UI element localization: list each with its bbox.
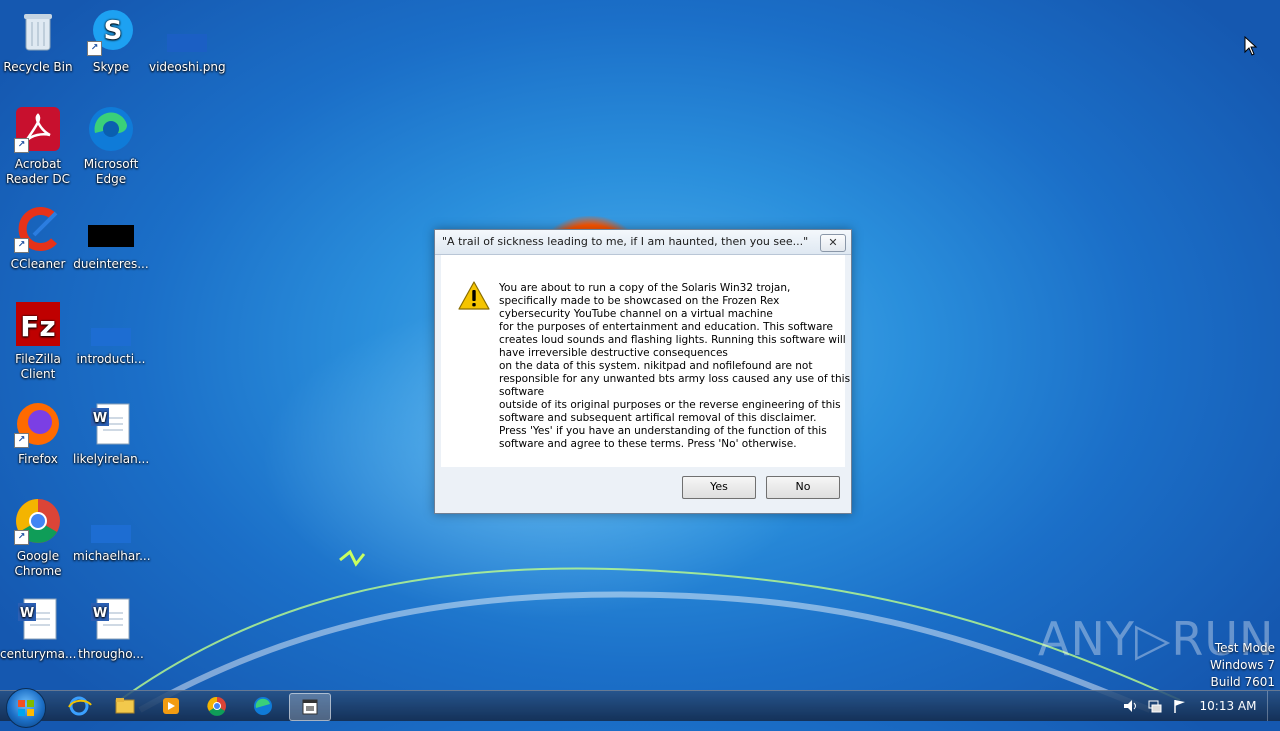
desktop-icon-firefox[interactable]: ↗ Firefox — [0, 400, 76, 467]
yes-button[interactable]: Yes — [682, 476, 756, 499]
shortcut-arrow-icon: ↗ — [14, 138, 29, 153]
message-line: specifically made to be showcased on the… — [499, 295, 780, 307]
word-document-icon: W — [91, 403, 130, 445]
dialog-title: "A trail of sickness leading to me, if I… — [442, 235, 812, 248]
message-line: outside of its original purposes or the … — [499, 399, 841, 411]
desktop-icon-label: Google Chrome — [14, 549, 62, 578]
dialog-message: You are about to run a copy of the Solar… — [499, 282, 851, 451]
desktop-icon-label: michaelhar... — [73, 549, 151, 563]
dialog-titlebar[interactable]: "A trail of sickness leading to me, if I… — [435, 230, 851, 255]
dialog-content: You are about to run a copy of the Solar… — [441, 255, 851, 467]
taskbar-internet-explorer[interactable] — [59, 693, 99, 719]
message-line: You are about to run a copy of the Solar… — [499, 282, 791, 294]
taskbar-chrome[interactable] — [197, 693, 237, 719]
desktop-icon-label: videoshi.png — [149, 60, 226, 74]
test-mode-line: Test Mode — [1214, 641, 1275, 655]
start-button[interactable] — [6, 688, 46, 728]
taskbar-clock[interactable]: 10:13 AM — [1196, 699, 1260, 713]
desktop-icon-michaelhar[interactable]: michaelhar... — [73, 497, 151, 564]
desktop-icon-filezilla[interactable]: Fz FileZilla Client — [0, 300, 76, 382]
svg-text:W: W — [20, 606, 34, 621]
shortcut-arrow-icon: ↗ — [14, 530, 29, 545]
file-explorer-icon — [115, 698, 135, 714]
chrome-icon — [207, 696, 226, 716]
message-line: creates loud sounds and flashing lights.… — [499, 334, 846, 346]
desktop-icon-label: introducti... — [76, 352, 146, 366]
file-icon — [88, 225, 134, 247]
svg-text:W: W — [93, 606, 107, 621]
desktop-icon-dueinteres[interactable]: dueinteres... — [73, 205, 149, 272]
desktop-icon-edge[interactable]: Microsoft Edge — [73, 105, 149, 187]
file-icon — [91, 525, 131, 543]
message-line: Press 'Yes' if you have an understanding… — [499, 425, 827, 437]
taskbar-edge[interactable] — [243, 693, 283, 719]
desktop-icon-acrobat[interactable]: ↗ Acrobat Reader DC — [0, 105, 76, 187]
desktop-icon-label: likelyirelan... — [73, 452, 150, 466]
shortcut-arrow-icon: ↗ — [14, 238, 29, 253]
edge-icon — [254, 697, 272, 715]
taskbar: 10:13 AM — [0, 688, 1280, 728]
volume-icon[interactable] — [1122, 698, 1138, 714]
message-line: software — [499, 386, 545, 398]
show-desktop-button[interactable] — [1267, 691, 1280, 721]
image-file-icon — [167, 34, 207, 52]
desktop-icon-label: througho... — [78, 647, 144, 661]
internet-explorer-icon — [68, 696, 92, 716]
shortcut-arrow-icon: ↗ — [14, 433, 29, 448]
edge-icon — [89, 107, 133, 151]
desktop-icon-label: centuryma... — [0, 647, 77, 661]
warning-icon — [458, 281, 490, 310]
action-center-flag-icon[interactable] — [1172, 698, 1188, 714]
desktop-icon-centuryma[interactable]: W centuryma... — [0, 595, 76, 662]
message-line: responsible for any unwanted bts army lo… — [499, 373, 851, 385]
message-line: for the purposes of entertainment and ed… — [499, 321, 833, 333]
network-icon[interactable] — [1147, 698, 1163, 714]
svg-text:W: W — [93, 411, 107, 426]
word-document-icon: W — [91, 598, 130, 640]
desktop-icon-introducti[interactable]: introducti... — [73, 300, 149, 367]
message-line: software and subsequent artifical remova… — [499, 412, 817, 424]
desktop-icon-label: FileZilla Client — [15, 352, 61, 381]
desktop-icon-chrome[interactable]: ↗ Google Chrome — [0, 497, 76, 579]
desktop-icon-label: CCleaner — [10, 257, 66, 271]
desktop-icon-likelyirelan[interactable]: W likelyirelan... — [73, 400, 149, 467]
desktop-icon-ccleaner[interactable]: ↗ CCleaner — [0, 205, 76, 272]
windows-logo-icon — [18, 700, 34, 716]
taskbar-media-player[interactable] — [151, 693, 191, 719]
svg-text:Fz: Fz — [20, 310, 55, 343]
warning-dialog: "A trail of sickness leading to me, if I… — [434, 229, 852, 514]
app-window-icon — [302, 699, 318, 715]
svg-text:S: S — [104, 16, 123, 46]
file-icon — [91, 328, 131, 346]
desktop-icon-label: dueinteres... — [73, 257, 149, 271]
test-mode-text: Test Mode Windows 7 Build 7601 — [1210, 640, 1275, 691]
message-line: have irreversible destructive consequenc… — [499, 347, 728, 359]
filezilla-icon: Fz — [16, 302, 60, 346]
desktop-icon-videoshi-png[interactable]: videoshi.png — [149, 8, 226, 75]
shortcut-arrow-icon: ↗ — [87, 41, 102, 56]
message-line: on the data of this system. nikitpad and… — [499, 360, 813, 372]
windows-version-line: Windows 7 — [1209, 658, 1275, 672]
no-button[interactable]: No — [766, 476, 840, 499]
taskbar-file-explorer[interactable] — [105, 693, 145, 719]
build-line: Build 7601 — [1210, 675, 1275, 689]
recycle-bin-icon — [24, 14, 52, 51]
desktop-icon-recycle-bin[interactable]: Recycle Bin — [0, 8, 76, 75]
desktop-icon-label: Recycle Bin — [3, 60, 73, 74]
word-document-icon: W — [18, 598, 57, 640]
taskbar-active-window[interactable] — [289, 693, 331, 721]
desktop-icon-label: Skype — [92, 60, 130, 74]
desktop-icon-label: Firefox — [18, 452, 58, 466]
close-button[interactable]: ✕ — [820, 234, 846, 252]
desktop-icon-label: Microsoft Edge — [83, 157, 139, 186]
mouse-cursor-icon — [1244, 36, 1258, 56]
desktop-icon-skype[interactable]: S ↗ Skype — [73, 8, 149, 75]
desktop-icon-througho[interactable]: W througho... — [73, 595, 149, 662]
message-line: cybersecurity YouTube channel on a virtu… — [499, 308, 773, 320]
desktop-icon-label: Acrobat Reader DC — [6, 157, 70, 186]
media-player-icon — [163, 698, 179, 714]
message-line: software and agree to these terms. Press… — [499, 438, 797, 450]
